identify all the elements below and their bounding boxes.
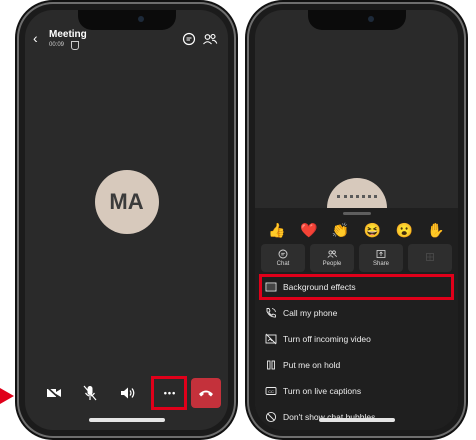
back-chevron-icon[interactable]: ‹ xyxy=(33,30,38,46)
speaker-button[interactable] xyxy=(113,378,143,408)
phone-left: ‹ Meeting 00:09 MA ••• xyxy=(19,4,234,436)
laugh-reaction-icon[interactable]: 😆 xyxy=(364,222,381,239)
call-screen: ‹ Meeting 00:09 MA ••• xyxy=(25,10,228,430)
menu-item-turn-off-incoming-video[interactable]: Turn off incoming video xyxy=(255,326,458,352)
background-icon xyxy=(265,282,277,292)
mute-button[interactable] xyxy=(75,378,105,408)
video-off-icon xyxy=(46,386,61,400)
heart-reaction-icon[interactable]: ❤️ xyxy=(300,222,317,239)
chat-icon xyxy=(278,249,288,259)
mic-off-icon xyxy=(83,385,97,401)
more-options-menu: Background effects Call my phone Turn of… xyxy=(255,274,458,430)
menu-label: Turn off incoming video xyxy=(283,334,371,344)
menu-label: Call my phone xyxy=(283,308,338,318)
pointer-arrow xyxy=(0,388,14,404)
share-icon xyxy=(376,250,386,258)
svg-text:CC: CC xyxy=(268,389,274,394)
no-chat-icon xyxy=(265,411,277,423)
avatar: MA xyxy=(94,170,159,234)
whiteboard-icon xyxy=(426,253,434,261)
call-screen-menu: 👍 ❤️ 👏 😆 😮 ✋ Chat People Share Backgroun… xyxy=(255,10,458,430)
menu-item-put-me-on-hold[interactable]: Put me on hold xyxy=(255,352,458,378)
more-options-button[interactable]: ••• xyxy=(155,378,185,408)
quick-actions: Chat People Share xyxy=(261,244,452,272)
people-icon[interactable] xyxy=(202,32,218,46)
menu-item-dont-show-chat-bubbles[interactable]: Don't show chat bubbles xyxy=(255,404,458,430)
cc-icon: CC xyxy=(265,387,277,395)
share-label: Share xyxy=(372,261,389,267)
reactions-bar: 👍 ❤️ 👏 😆 😮 ✋ xyxy=(261,220,452,240)
meeting-title: Meeting xyxy=(49,29,87,40)
phone-icon xyxy=(266,308,276,318)
chat-label: Chat xyxy=(276,261,290,267)
meeting-timer: 00:09 xyxy=(49,42,65,48)
video-off-icon xyxy=(265,333,277,345)
menu-label: Turn on live captions xyxy=(283,386,362,396)
applause-reaction-icon[interactable]: 👏 xyxy=(332,222,349,239)
chat-button[interactable]: Chat xyxy=(261,244,305,272)
home-indicator xyxy=(88,418,165,422)
whiteboard-button[interactable] xyxy=(408,244,452,272)
menu-item-turn-on-live-captions[interactable]: CC Turn on live captions xyxy=(255,378,458,404)
people-icon xyxy=(327,250,337,258)
call-header: ‹ Meeting 00:09 xyxy=(25,28,228,54)
more-options-sheet: 👍 ❤️ 👏 😆 😮 ✋ Chat People Share Backgroun… xyxy=(255,208,458,430)
menu-item-call-my-phone[interactable]: Call my phone xyxy=(255,300,458,326)
hang-up-icon xyxy=(199,390,213,397)
raise-hand-icon[interactable]: ✋ xyxy=(427,222,444,239)
phone-right: 👍 ❤️ 👏 😆 😮 ✋ Chat People Share Backgroun… xyxy=(249,4,464,436)
shield-icon xyxy=(71,41,79,50)
notch xyxy=(307,10,406,30)
end-call-button[interactable] xyxy=(191,378,221,408)
speaker-icon xyxy=(121,387,135,399)
menu-item-background-effects[interactable]: Background effects xyxy=(259,274,454,300)
home-indicator xyxy=(318,418,395,422)
share-button[interactable]: Share xyxy=(359,244,403,272)
like-reaction-icon[interactable]: 👍 xyxy=(268,222,285,239)
sheet-handle[interactable] xyxy=(342,212,371,215)
camera-toggle-button[interactable] xyxy=(39,378,69,408)
notch xyxy=(77,10,176,30)
call-controls: ••• xyxy=(25,376,228,414)
pause-icon xyxy=(267,360,275,370)
surprised-reaction-icon[interactable]: 😮 xyxy=(396,222,413,239)
menu-label: Put me on hold xyxy=(283,360,341,370)
more-icon: ••• xyxy=(163,388,177,398)
people-button[interactable]: People xyxy=(310,244,354,272)
menu-label: Background effects xyxy=(283,282,356,292)
chat-icon[interactable] xyxy=(182,32,196,46)
avatar-initials-partial xyxy=(336,195,377,204)
people-label: People xyxy=(322,261,342,267)
